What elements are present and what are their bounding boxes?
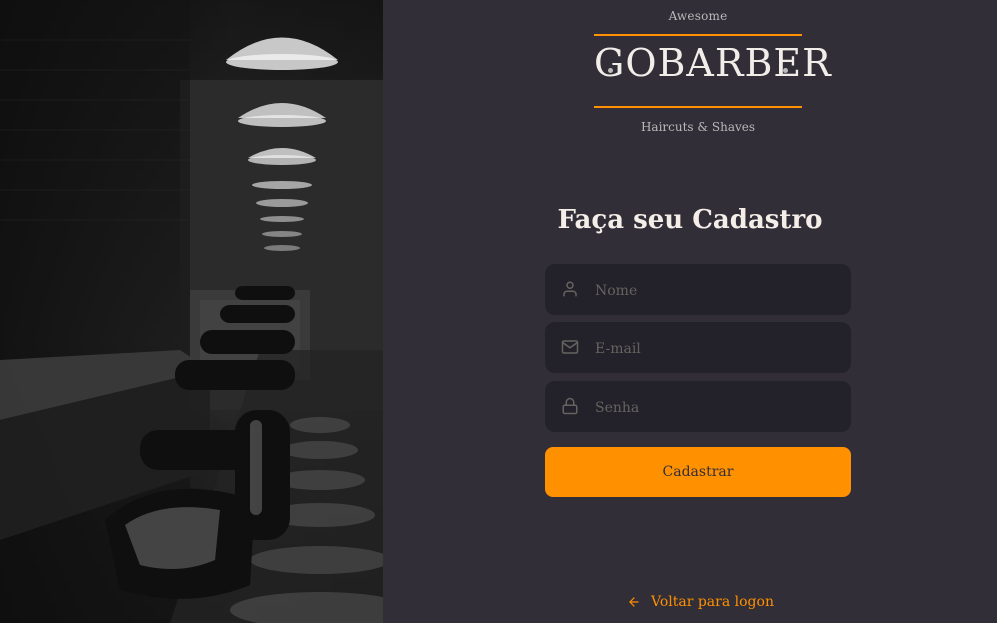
page-title: Faça seu Cadastro xyxy=(557,205,823,235)
logo-top-divider xyxy=(594,34,802,36)
name-input[interactable] xyxy=(593,264,837,317)
logo-tagline: Haircuts & Shaves xyxy=(640,120,756,134)
signup-button[interactable]: Cadastrar xyxy=(545,447,851,497)
barbershop-photo xyxy=(0,0,383,623)
user-icon xyxy=(563,281,577,297)
signup-panel: Awesome GOBARBER Haircuts & Shaves Faça … xyxy=(383,0,997,623)
arrow-left-icon xyxy=(629,597,639,607)
gobarber-logo: Awesome GOBARBER Haircuts & Shaves xyxy=(594,0,832,140)
name-field[interactable] xyxy=(545,264,851,317)
logo-bottom-divider xyxy=(594,106,802,108)
logo-top-text: Awesome xyxy=(668,9,728,23)
back-to-logon-label: Voltar para logon xyxy=(651,594,774,610)
logo-brand-name: GOBARBER xyxy=(594,41,832,85)
email-field[interactable] xyxy=(545,322,851,375)
password-field[interactable] xyxy=(545,381,851,434)
password-input[interactable] xyxy=(593,381,837,434)
lock-icon xyxy=(562,397,578,415)
mail-icon xyxy=(561,340,579,354)
logo-right-dot xyxy=(783,68,788,73)
email-input[interactable] xyxy=(593,322,837,375)
back-to-logon-link[interactable]: Voltar para logon xyxy=(627,592,774,612)
